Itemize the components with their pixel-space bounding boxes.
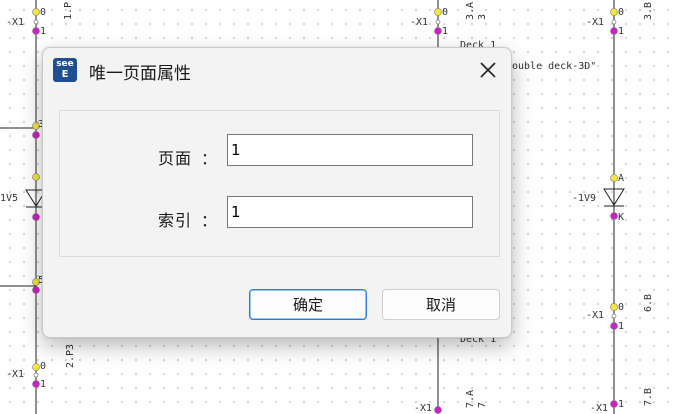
x1-label: -X1 — [6, 17, 25, 28]
pin-label: 0 — [618, 302, 625, 313]
index-input[interactable] — [227, 196, 473, 228]
dialog-titlebar[interactable]: see E 唯一页面属性 — [43, 48, 511, 92]
pin-label: K — [618, 212, 625, 223]
close-icon — [480, 62, 496, 78]
pin-label: 0 — [618, 7, 625, 18]
cancel-button[interactable]: 取消 — [382, 289, 500, 320]
pin-label: 1 — [40, 379, 47, 390]
ref-label: 3.B — [643, 1, 654, 20]
x1-label: -X1 — [414, 403, 433, 414]
deck-3d-label: ouble deck-3D" — [512, 61, 597, 72]
ok-button[interactable]: 确定 — [249, 289, 367, 320]
ref-label: 7.B — [643, 387, 654, 406]
see-app-icon: see E — [53, 58, 77, 82]
pin-label: 1 — [618, 321, 625, 332]
pin-label: 1 — [442, 26, 449, 37]
app-icon-text-top: see — [56, 59, 74, 69]
x1-label: -X1 — [586, 310, 605, 321]
index-field-colon: ： — [201, 211, 218, 230]
x1-label: -X1 — [410, 17, 429, 28]
pin-label: 1 — [40, 26, 47, 37]
unique-page-properties-dialog: see E 唯一页面属性 页面 ： 索引 ： 确定 取消 — [42, 47, 512, 338]
properties-group — [59, 110, 500, 257]
close-button[interactable] — [465, 52, 511, 88]
x1-label: -X1 — [6, 369, 25, 380]
ref-label: 3 — [477, 13, 488, 20]
ref-label: 7 — [477, 401, 488, 408]
dialog-title: 唯一页面属性 — [89, 64, 191, 84]
pin-label: 0 — [40, 361, 47, 372]
pin-label: 1 — [618, 26, 625, 37]
ref-label: 6.B — [643, 293, 654, 312]
diode-label: 1V5 — [0, 193, 19, 204]
ref-label: 2.P3 — [65, 343, 76, 368]
pin-label: 0 — [40, 7, 47, 18]
app-icon-text-bottom: E — [61, 69, 69, 80]
page-field-label: 页面 — [158, 149, 193, 168]
ref-label: 1.P — [63, 1, 74, 20]
pin-label: 1 — [618, 399, 625, 410]
ref-label: 3.A — [465, 1, 476, 20]
ref-label: 7.A — [465, 389, 476, 408]
x1-label: -X1 — [590, 403, 609, 414]
page-field-colon: ： — [201, 149, 218, 168]
diode-label: -1V9 — [572, 193, 597, 204]
pin-label: 0 — [442, 7, 449, 18]
page-input[interactable] — [227, 134, 473, 166]
pin-label: A — [618, 173, 625, 184]
x1-label: -X1 — [586, 17, 605, 28]
index-field-label: 索引 — [158, 211, 193, 230]
